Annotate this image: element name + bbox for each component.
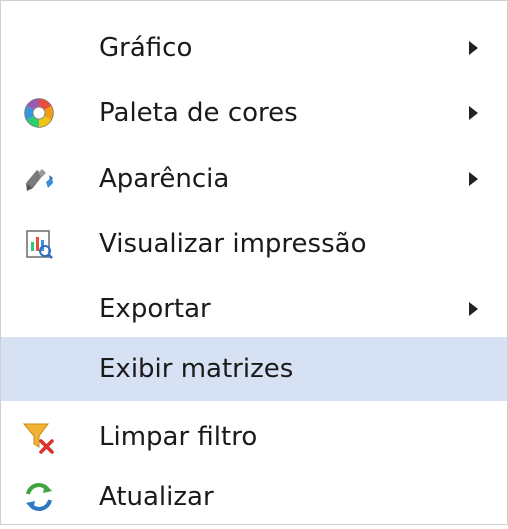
menu-item-grafico[interactable]: Gráfico [1,16,507,80]
menu-item-visualizar-impressao[interactable]: Visualizar impressão [1,212,507,276]
submenu-arrow-icon [469,302,478,316]
menu-item-label: Exportar [99,294,211,324]
menu-item-aparencia[interactable]: Aparência [1,147,507,211]
menu-item-label: Visualizar impressão [99,229,367,259]
menu-item-paleta-de-cores[interactable]: Paleta de cores [1,81,507,145]
menu-item-label: Gráfico [99,33,193,63]
menu-item-exibir-matrizes[interactable]: Exibir matrizes [1,337,507,401]
refresh-icon [21,479,57,515]
submenu-arrow-icon [469,41,478,55]
color-palette-icon [21,95,57,131]
menu-item-label: Atualizar [99,482,214,512]
appearance-brush-icon [21,161,57,197]
menu-item-label: Exibir matrizes [99,354,294,384]
menu-item-exportar[interactable]: Exportar [1,277,507,341]
clear-filter-icon [21,419,57,455]
context-menu: Gráfico Paleta de cores Aparência Visual… [0,0,508,525]
menu-item-atualizar[interactable]: Atualizar [1,465,507,529]
menu-item-label: Paleta de cores [99,98,298,128]
submenu-arrow-icon [469,172,478,186]
menu-item-label: Aparência [99,164,230,194]
menu-item-label: Limpar filtro [99,422,258,452]
menu-item-limpar-filtro[interactable]: Limpar filtro [1,405,507,469]
submenu-arrow-icon [469,106,478,120]
print-preview-icon [21,226,57,262]
